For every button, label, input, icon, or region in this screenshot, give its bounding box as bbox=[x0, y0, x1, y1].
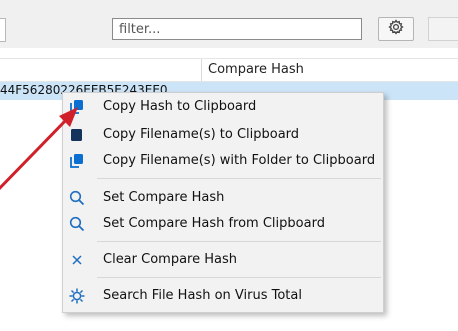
left-field[interactable] bbox=[0, 18, 6, 42]
menu-item-label: Copy Filename(s) to Clipboard bbox=[103, 127, 300, 142]
close-icon bbox=[65, 248, 89, 272]
menu-item-label: Set Compare Hash from Clipboard bbox=[103, 216, 325, 231]
menu-item-copy-filenames[interactable]: Copy Filename(s) to Clipboard bbox=[63, 123, 383, 147]
menu-item-copy-hash[interactable]: Copy Hash to Clipboard bbox=[63, 95, 383, 119]
menu-item-label: Clear Compare Hash bbox=[103, 252, 237, 267]
menu-separator bbox=[97, 178, 381, 179]
copy-icon bbox=[65, 149, 89, 173]
toolbar-button[interactable] bbox=[428, 17, 458, 41]
menu-item-set-compare-hash[interactable]: Set Compare Hash bbox=[63, 186, 383, 210]
menu-item-set-compare-hash-from-clipboard[interactable]: Set Compare Hash from Clipboard bbox=[63, 212, 383, 236]
gear-icon bbox=[388, 19, 404, 39]
copy-icon bbox=[65, 95, 89, 119]
search-icon bbox=[65, 186, 89, 210]
toolbar bbox=[0, 0, 458, 48]
table-header: Compare Hash bbox=[0, 58, 458, 82]
compare-hash-column-header[interactable]: Compare Hash bbox=[208, 62, 304, 77]
menu-item-clear-compare-hash[interactable]: Clear Compare Hash bbox=[63, 248, 383, 272]
menu-item-label: Copy Filename(s) with Folder to Clipboar… bbox=[103, 153, 376, 168]
filter-input[interactable] bbox=[112, 18, 362, 40]
menu-item-label: Copy Hash to Clipboard bbox=[103, 99, 257, 114]
menu-separator bbox=[97, 277, 381, 278]
virus-icon bbox=[65, 284, 89, 308]
menu-item-search-virus-total[interactable]: Search File Hash on Virus Total bbox=[63, 284, 383, 308]
column-separator[interactable] bbox=[201, 59, 202, 81]
search-icon bbox=[65, 212, 89, 236]
context-menu: Copy Hash to Clipboard Copy Filename(s) … bbox=[62, 92, 384, 313]
settings-button[interactable] bbox=[378, 17, 414, 41]
menu-item-copy-filenames-with-folder[interactable]: Copy Filename(s) with Folder to Clipboar… bbox=[63, 149, 383, 173]
copy-icon bbox=[65, 123, 89, 147]
menu-separator bbox=[97, 241, 381, 242]
menu-item-label: Set Compare Hash bbox=[103, 190, 225, 205]
menu-item-label: Search File Hash on Virus Total bbox=[103, 288, 302, 303]
